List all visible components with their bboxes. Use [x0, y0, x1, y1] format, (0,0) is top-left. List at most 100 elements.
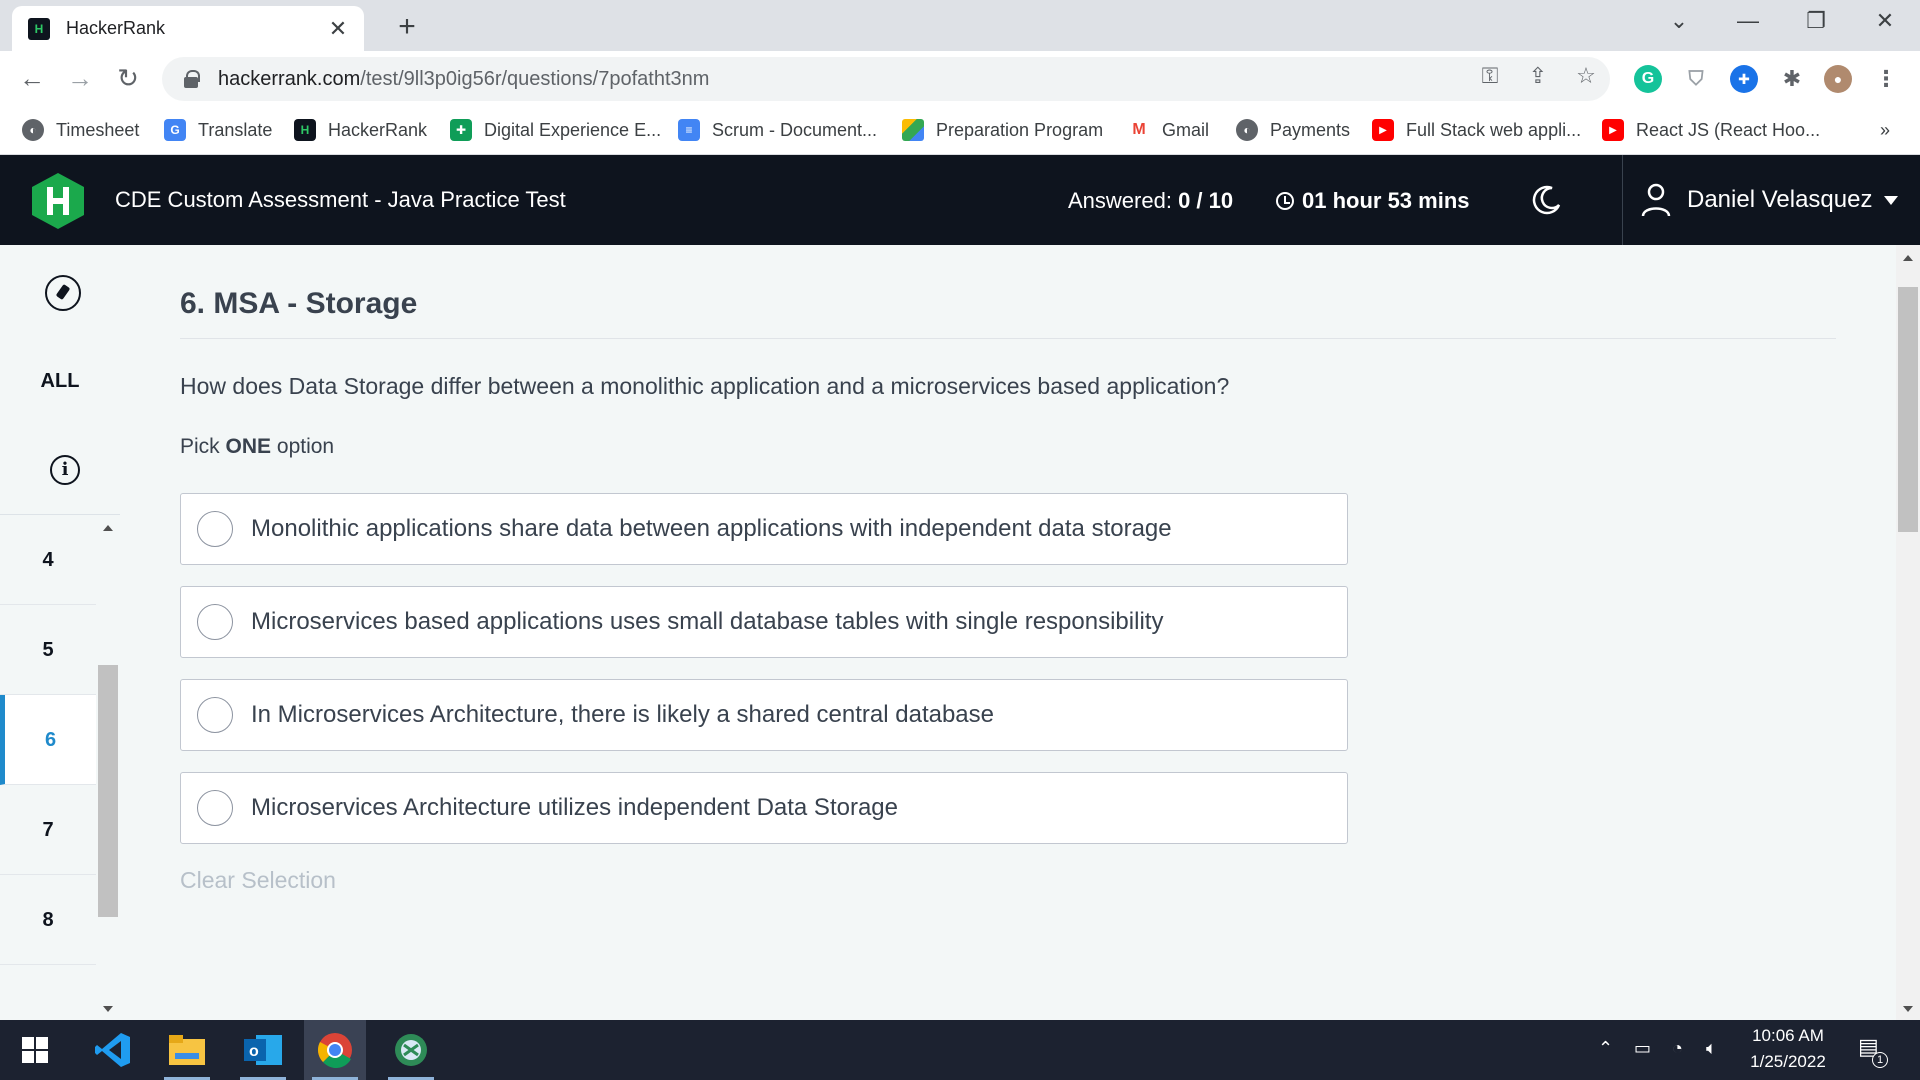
extension-icon[interactable]: ✚	[1730, 65, 1758, 93]
radio-button[interactable]	[197, 511, 233, 547]
grammarly-icon[interactable]: G	[1634, 65, 1662, 93]
globe-icon: ◐	[1236, 119, 1258, 141]
bookmark-item[interactable]: ▶ Full Stack web appli...	[1372, 117, 1581, 143]
question-nav-item-active[interactable]: 6	[0, 695, 96, 785]
bookmark-item[interactable]: ◐ Payments	[1236, 117, 1350, 143]
question-nav-item[interactable]: 7	[0, 785, 96, 875]
scroll-up-arrow[interactable]	[1903, 255, 1913, 261]
question-list: 4 5 6 7 8	[0, 515, 98, 1020]
hackerrank-logo	[32, 173, 84, 229]
chevron-down-icon[interactable]: ⌄	[1664, 8, 1694, 34]
new-tab-button[interactable]: +	[392, 10, 422, 44]
puzzle-icon[interactable]: ✱	[1778, 65, 1806, 93]
scrollbar-thumb[interactable]	[1898, 287, 1918, 532]
bookmark-item[interactable]: ≡ Scrum - Document...	[678, 117, 877, 143]
scroll-down-arrow[interactable]	[1903, 1006, 1913, 1012]
user-menu[interactable]: Daniel Velasquez	[1622, 155, 1920, 245]
battery-icon[interactable]: ▭	[1634, 1038, 1651, 1059]
shield-icon[interactable]: ⛉	[1682, 65, 1710, 93]
close-window-button[interactable]: ✕	[1870, 8, 1900, 34]
question-nav-item[interactable]: 8	[0, 875, 96, 965]
minimize-button[interactable]: —	[1733, 8, 1763, 34]
answered-counter: Answered: 0 / 10	[1068, 188, 1233, 214]
youtube-icon: ▶	[1372, 119, 1394, 141]
bookmark-item[interactable]: ▶ React JS (React Hoo...	[1602, 117, 1820, 143]
file-explorer-icon[interactable]	[156, 1020, 218, 1080]
answer-option[interactable]: In Microservices Architecture, there is …	[180, 679, 1348, 751]
answer-option[interactable]: Monolithic applications share data betwe…	[180, 493, 1348, 565]
bookmark-label: Full Stack web appli...	[1406, 119, 1582, 140]
reload-button[interactable]: ↻	[112, 63, 144, 94]
xbox-app-icon[interactable]	[380, 1020, 442, 1080]
bookmark-item[interactable]: G Translate	[164, 117, 272, 143]
close-tab-icon[interactable]: ✕	[326, 16, 350, 42]
bookmark-label: React JS (React Hoo...	[1636, 119, 1821, 140]
taskbar-date[interactable]: 1/25/2022	[1740, 1052, 1836, 1072]
outlook-icon[interactable]: o	[232, 1020, 294, 1080]
globe-icon: ◐	[22, 119, 44, 141]
lock-icon[interactable]	[184, 70, 200, 88]
bookmark-label: Translate	[198, 119, 273, 140]
radio-button[interactable]	[197, 697, 233, 733]
dark-mode-toggle[interactable]	[1530, 183, 1564, 217]
time-remaining: 01 hour 53 mins	[1276, 188, 1470, 214]
browser-tab[interactable]: H HackerRank ✕	[12, 6, 364, 51]
windows-taskbar: o ⌃ ▭ ◔ 🔈︎ 10:06 AM 1/25/2022 ▤ 1	[0, 1020, 1920, 1080]
volume-icon[interactable]: 🔈︎	[1706, 1038, 1717, 1059]
taskbar-time[interactable]: 10:06 AM	[1748, 1026, 1828, 1046]
assessment-title: CDE Custom Assessment - Java Practice Te…	[115, 187, 566, 212]
compass-icon[interactable]	[45, 275, 81, 311]
star-icon[interactable]: ☆	[1572, 63, 1600, 89]
option-text: Microservices Architecture utilizes inde…	[251, 794, 898, 821]
forward-button[interactable]: →	[64, 63, 96, 94]
chevron-up-icon[interactable]: ⌃	[1598, 1038, 1613, 1059]
bookmark-label: Gmail	[1162, 119, 1210, 140]
back-button[interactable]: ←	[16, 63, 48, 94]
menu-dots-icon[interactable]: ⋮	[1872, 65, 1900, 93]
profile-avatar[interactable]: ●	[1824, 65, 1852, 93]
clear-selection-link[interactable]: Clear Selection	[180, 867, 336, 894]
all-questions-button[interactable]: ALL	[0, 370, 120, 393]
radio-button[interactable]	[197, 790, 233, 826]
pick-instruction: Pick ONE option	[180, 435, 334, 459]
divider	[180, 338, 1836, 339]
pick-prefix: Pick	[180, 435, 220, 458]
question-nav-item[interactable]: 4	[0, 515, 96, 605]
restore-button[interactable]: ❐	[1801, 8, 1831, 34]
chrome-icon[interactable]	[304, 1020, 366, 1080]
bookmark-item[interactable]: H HackerRank	[294, 117, 427, 143]
option-text: In Microservices Architecture, there is …	[251, 701, 995, 728]
url-domain: hackerrank.com	[218, 67, 361, 90]
scroll-down-arrow[interactable]	[103, 1006, 113, 1012]
pick-count: ONE	[225, 435, 272, 458]
caret-down-icon	[1884, 195, 1898, 205]
key-icon[interactable]: ⚿	[1476, 63, 1504, 89]
address-bar[interactable]: hackerrank.com/test/9ll3p0ig56r/question…	[162, 57, 1610, 101]
pick-suffix: option	[276, 435, 335, 458]
google-docs-icon: ≡	[678, 119, 700, 141]
info-icon[interactable]: i	[50, 455, 80, 485]
bookmark-item[interactable]: M Gmail	[1128, 117, 1209, 143]
windows-start-icon[interactable]	[4, 1020, 66, 1080]
answer-option[interactable]: Microservices based applications uses sm…	[180, 586, 1348, 658]
bookmarks-bar: ◐ Timesheet G Translate H HackerRank ✚ D…	[0, 107, 1920, 155]
vscode-icon[interactable]	[82, 1020, 144, 1080]
scroll-up-arrow[interactable]	[103, 525, 113, 531]
bookmark-item[interactable]: ◐ Timesheet	[22, 117, 139, 143]
bookmark-item[interactable]: Preparation Program	[902, 117, 1103, 143]
share-icon[interactable]: ⇪	[1524, 63, 1552, 89]
answer-option[interactable]: Microservices Architecture utilizes inde…	[180, 772, 1348, 844]
question-sidebar: ALL i 4 5 6 7 8	[0, 245, 120, 1020]
bookmark-item[interactable]: ✚ Digital Experience E...	[450, 117, 661, 143]
bookmark-label: Timesheet	[56, 119, 140, 140]
clock-icon	[1276, 192, 1294, 210]
question-title: 6. MSA - Storage	[180, 287, 418, 320]
radio-button[interactable]	[197, 604, 233, 640]
question-list-scrollbar[interactable]	[98, 515, 120, 1020]
question-nav-item[interactable]: 5	[0, 605, 96, 695]
bookmarks-overflow-button[interactable]: »	[1880, 117, 1890, 143]
scrollbar-thumb[interactable]	[98, 665, 118, 917]
wifi-icon[interactable]: ◔	[1672, 1038, 1683, 1059]
bookmark-label: Scrum - Document...	[712, 119, 878, 140]
page-scrollbar[interactable]	[1896, 245, 1920, 1020]
